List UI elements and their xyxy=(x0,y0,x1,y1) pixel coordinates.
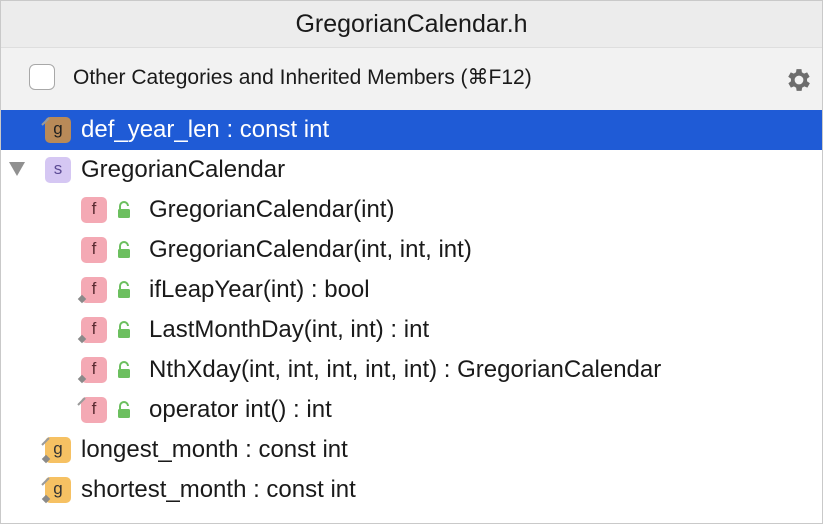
inherited-members-label[interactable]: Other Categories and Inherited Members (… xyxy=(73,65,532,90)
virtual-marker-icon xyxy=(77,294,87,304)
tree-row-lastmonthday[interactable]: f LastMonthDay(int, int) : int xyxy=(1,310,822,350)
tree-row-label: def_year_len : const int xyxy=(81,116,330,143)
tree-row-label: shortest_month : const int xyxy=(81,476,356,503)
pin-icon xyxy=(77,397,86,406)
gear-icon[interactable] xyxy=(784,65,814,95)
virtual-marker-icon xyxy=(41,454,51,464)
tree-row-label: longest_month : const int xyxy=(81,436,348,463)
lock-open-icon xyxy=(118,401,130,418)
popup-title-text: GregorianCalendar.h xyxy=(295,9,528,38)
tree-row-ctor-int[interactable]: f GregorianCalendar(int) xyxy=(1,190,822,230)
lock-open-icon xyxy=(118,361,130,378)
popup-title: GregorianCalendar.h xyxy=(1,1,822,47)
pin-icon xyxy=(41,477,50,486)
tree-row-gregoriancalendar-struct[interactable]: s GregorianCalendar xyxy=(1,150,822,190)
inherited-members-checkbox[interactable] xyxy=(29,64,55,90)
pin-icon xyxy=(41,117,50,126)
tree-row-ctor-int-int-int[interactable]: f GregorianCalendar(int, int, int) xyxy=(1,230,822,270)
tree-row-operator-int[interactable]: f operator int() : int xyxy=(1,390,822,430)
function-icon: f xyxy=(81,237,107,263)
tree-row-label: NthXday(int, int, int, int, int) : Grego… xyxy=(149,356,662,383)
lock-open-icon xyxy=(118,241,130,258)
tree-row-label: GregorianCalendar(int, int, int) xyxy=(149,236,472,263)
tree-row-def-year-len[interactable]: g def_year_len : const int xyxy=(1,110,822,150)
structure-tree: g def_year_len : const int s GregorianCa… xyxy=(1,110,822,510)
lock-open-icon xyxy=(118,201,130,218)
function-icon: f xyxy=(81,197,107,223)
tree-row-longest-month[interactable]: g longest_month : const int xyxy=(1,430,822,470)
tree-row-nthxday[interactable]: f NthXday(int, int, int, int, int) : Gre… xyxy=(1,350,822,390)
expand-triangle-icon[interactable] xyxy=(9,162,25,176)
structure-popup: GregorianCalendar.h Other Categories and… xyxy=(0,0,823,524)
tree-row-label: ifLeapYear(int) : bool xyxy=(149,276,370,303)
lock-open-icon xyxy=(118,321,130,338)
lock-open-icon xyxy=(118,281,130,298)
tree-row-label: operator int() : int xyxy=(149,396,332,423)
tree-row-label: GregorianCalendar xyxy=(81,156,286,183)
tree-row-ifleapyear[interactable]: f ifLeapYear(int) : bool xyxy=(1,270,822,310)
pin-icon xyxy=(41,437,50,446)
virtual-marker-icon xyxy=(77,334,87,344)
virtual-marker-icon xyxy=(77,374,87,384)
tree-row-label: LastMonthDay(int, int) : int xyxy=(149,316,430,343)
virtual-marker-icon xyxy=(41,494,51,504)
tree-row-label: GregorianCalendar(int) xyxy=(149,196,395,223)
filter-bar: Other Categories and Inherited Members (… xyxy=(1,47,822,110)
tree-row-shortest-month[interactable]: g shortest_month : const int xyxy=(1,470,822,510)
struct-icon: s xyxy=(45,157,71,183)
